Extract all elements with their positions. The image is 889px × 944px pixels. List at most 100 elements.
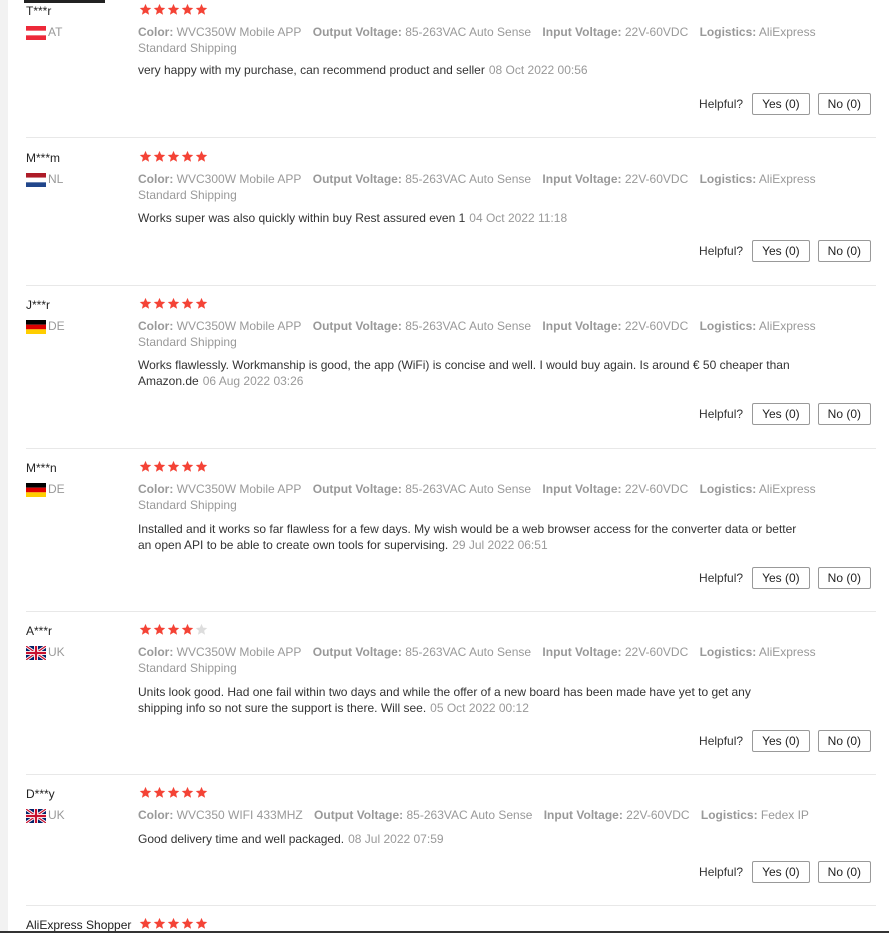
helpful-no-button[interactable]: No (0) [817,567,871,589]
star-filled-icon [181,786,194,800]
attribute-value: WVC350 WIFI 433MHZ [176,808,303,822]
helpful-yes-button[interactable]: Yes (0) [752,730,810,752]
helpful-no-button[interactable]: No (0) [817,730,871,752]
star-filled-icon [195,150,208,164]
attribute-value: 85-263VAC Auto Sense [405,25,532,39]
attribute-label: Output Voltage: [312,25,402,39]
attribute-value: Fedex IP [760,808,809,822]
review-text: very happy with my purchase, can recomme… [138,63,485,77]
netherlands-flag-icon [26,173,46,187]
attribute-output: Output Voltage: 85-263VAC Auto Sense [313,172,531,186]
star-filled-icon [195,786,208,800]
helpful-yes-button[interactable]: Yes (0) [752,240,810,262]
review-text-block: Units look good. Had one fail within two… [138,684,798,716]
attribute-label: Input Voltage: [542,482,622,496]
helpful-vote: Helpful? Yes (0) No (0) [699,861,871,883]
star-filled-icon [195,297,208,311]
attribute-value: WVC300W Mobile APP [176,172,302,186]
star-filled-icon [167,150,180,164]
product-attributes: Color: WVC300W Mobile APP Output Voltage… [138,171,858,203]
attribute-label: Input Voltage: [542,25,622,39]
star-filled-icon [139,786,152,800]
product-attributes: Color: WVC350W Mobile APP Output Voltage… [138,644,858,676]
attribute-value: 22V-60VDC [624,172,689,186]
helpful-vote: Helpful? Yes (0) No (0) [699,240,871,262]
star-filled-icon [139,623,152,637]
star-filled-icon [153,460,166,474]
attribute-label: Logistics: [699,25,757,39]
star-filled-icon [167,297,180,311]
reviewer-country: DE [48,319,65,333]
attribute-value: 22V-60VDC [626,808,690,822]
star-rating [139,460,208,474]
attribute-label: Input Voltage: [542,319,622,333]
attribute-color: Color: WVC350W Mobile APP [138,319,301,333]
helpful-vote: Helpful? Yes (0) No (0) [699,403,871,425]
review-date: 04 Oct 2022 11:18 [469,211,568,225]
attribute-label: Color: [138,172,174,186]
review-text-block: Works flawlessly. Workmanship is good, t… [138,357,798,389]
star-filled-icon [139,3,152,17]
review-text-block: Good delivery time and well packaged. 08 … [138,831,798,847]
star-filled-icon [181,623,194,637]
attribute-label: Logistics: [699,172,757,186]
review-item: M***n DE Color: WVC350W Mobile APP Output … [26,457,876,612]
attribute-value: 22V-60VDC [624,645,689,659]
attribute-value: 85-263VAC Auto Sense [405,319,532,333]
attribute-output: Output Voltage: 85-263VAC Auto Sense [314,808,532,822]
attribute-label: Output Voltage: [312,482,402,496]
product-attributes: Color: WVC350W Mobile APP Output Voltage… [138,481,858,513]
review-date: 08 Oct 2022 00:56 [488,63,588,77]
review-item: T***r AT Color: WVC350W Mobile APP Output … [26,0,876,138]
star-filled-icon [153,623,166,637]
attribute-value: 22V-60VDC [624,482,689,496]
helpful-label: Helpful? [699,97,744,111]
helpful-no-button[interactable]: No (0) [817,861,871,883]
attribute-label: Output Voltage: [312,172,402,186]
star-filled-icon [181,460,194,474]
attribute-input: Input Voltage: 22V-60VDC [544,808,690,822]
reviewer-name: M***m [26,151,61,165]
star-filled-icon [153,150,166,164]
star-rating [139,297,208,311]
helpful-yes-button[interactable]: Yes (0) [752,93,810,115]
reviewer-country: AT [48,25,63,39]
helpful-yes-button[interactable]: Yes (0) [752,861,810,883]
star-filled-icon [195,917,208,931]
star-filled-icon [167,917,180,931]
helpful-yes-button[interactable]: Yes (0) [752,567,810,589]
helpful-label: Helpful? [699,244,744,258]
review-item: M***m NL Color: WVC300W Mobile APP Output … [26,147,876,286]
attribute-color: Color: WVC350W Mobile APP [138,25,301,39]
helpful-vote: Helpful? Yes (0) No (0) [699,567,871,589]
helpful-no-button[interactable]: No (0) [817,93,871,115]
attribute-label: Output Voltage: [312,645,402,659]
star-filled-icon [153,297,166,311]
review-text: Good delivery time and well packaged. [138,832,345,846]
star-filled-icon [167,3,180,17]
attribute-value: WVC350W Mobile APP [176,25,302,39]
helpful-no-button[interactable]: No (0) [817,240,871,262]
helpful-yes-button[interactable]: Yes (0) [752,403,810,425]
star-filled-icon [181,3,194,17]
reviewer-name: M***n [26,461,57,475]
attribute-input: Input Voltage: 22V-60VDC [542,319,688,333]
attribute-label: Output Voltage: [314,808,404,822]
product-attributes: Color: WVC350W Mobile APP Output Voltage… [138,24,858,56]
attribute-color: Color: WVC350W Mobile APP [138,482,301,496]
helpful-label: Helpful? [699,407,744,421]
reviewer-country: UK [48,808,65,822]
attribute-label: Logistics: [699,482,757,496]
star-rating [139,623,208,637]
star-filled-icon [139,150,152,164]
star-filled-icon [167,623,180,637]
reviewer-name: A***r [26,624,53,638]
helpful-no-button[interactable]: No (0) [817,403,871,425]
attribute-output: Output Voltage: 85-263VAC Auto Sense [313,25,531,39]
star-filled-icon [195,3,208,17]
attribute-label: Input Voltage: [542,172,622,186]
left-gutter [0,0,8,933]
attribute-label: Color: [138,25,174,39]
review-item: D***y UK Color: WVC350 WIFI 433MHZ Output … [26,783,876,906]
germany-flag-icon [26,320,46,334]
